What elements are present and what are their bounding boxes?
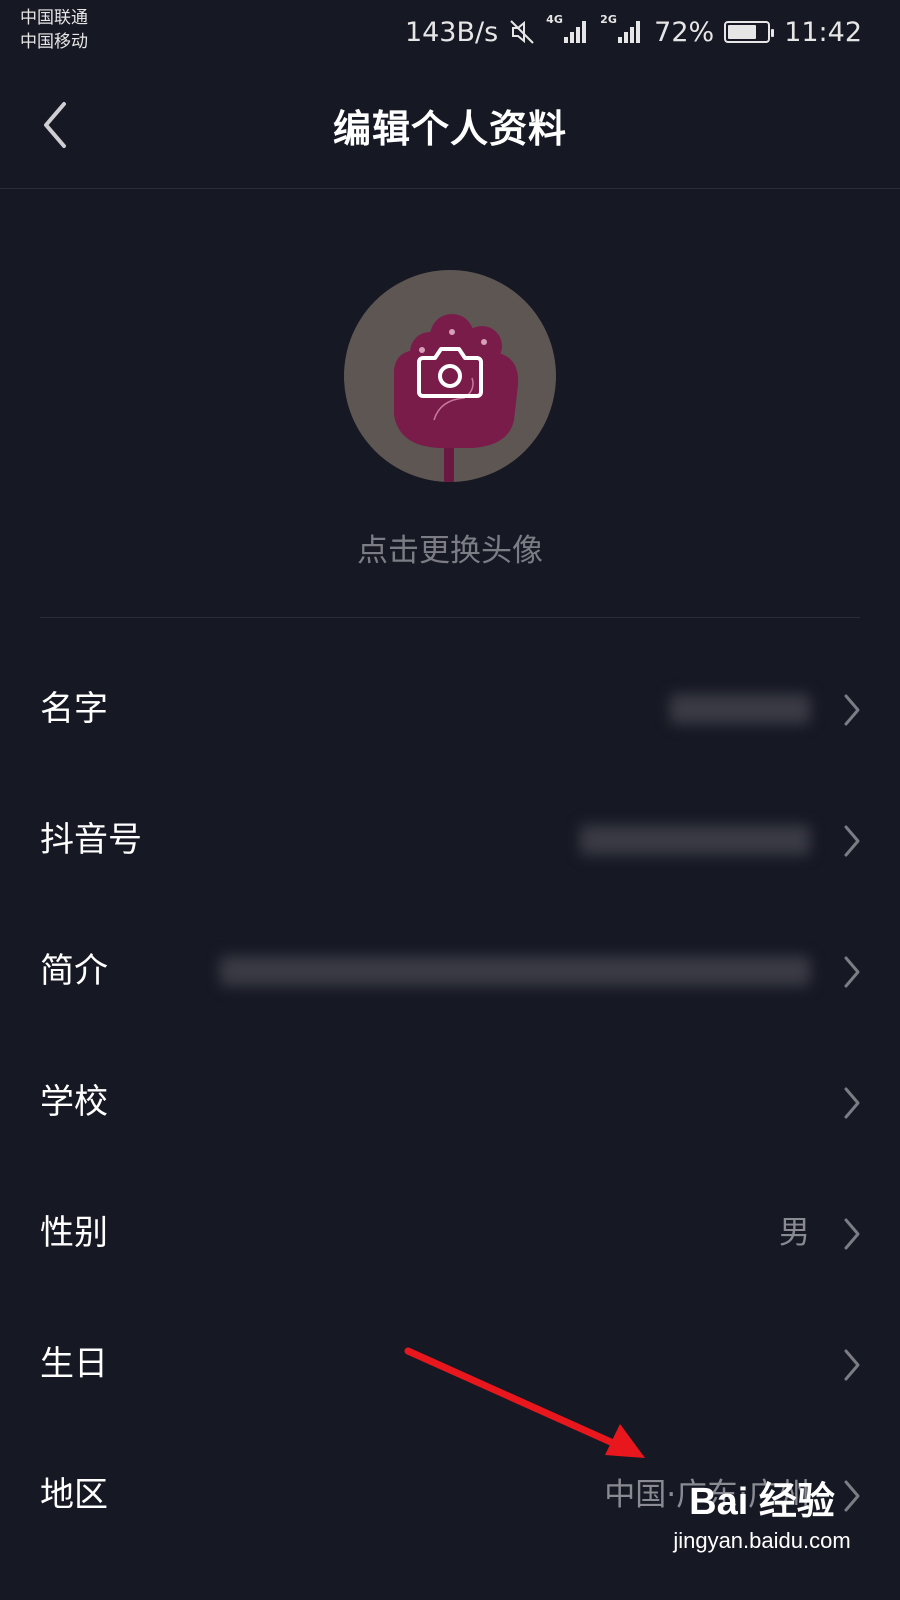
row-label: 生日 bbox=[40, 1344, 108, 1384]
chevron-right-icon bbox=[844, 825, 860, 856]
row-label: 性别 bbox=[40, 1213, 108, 1253]
net-speed: 143B/s bbox=[404, 16, 499, 48]
page-title: 编辑个人资料 bbox=[332, 107, 567, 151]
chevron-right-icon bbox=[844, 1087, 860, 1118]
row-name[interactable]: 名字 bbox=[0, 644, 900, 775]
row-douyin-id[interactable]: 抖音号 bbox=[0, 775, 900, 906]
divider bbox=[40, 617, 860, 618]
baidu-watermark: Bai 经验 jingyan.baidu.com bbox=[652, 1476, 872, 1576]
nav-header: 编辑个人资料 bbox=[0, 60, 900, 189]
network-1-label: 4G bbox=[546, 13, 563, 26]
battery-icon bbox=[724, 21, 775, 43]
mute-icon bbox=[508, 18, 536, 46]
row-school[interactable]: 学校 bbox=[0, 1037, 900, 1168]
row-label: 名字 bbox=[40, 689, 108, 729]
row-value bbox=[220, 956, 810, 986]
carrier-1: 中国联通 bbox=[20, 8, 88, 28]
status-bar: 中国联通 中国移动 143B/s 4G 2G 72% 11:42 bbox=[0, 0, 900, 60]
watermark-brand: Bai 经验 bbox=[689, 1481, 835, 1523]
change-avatar-label[interactable]: 点击更换头像 bbox=[0, 525, 900, 570]
row-label: 学校 bbox=[40, 1082, 108, 1122]
row-value bbox=[670, 694, 810, 724]
status-indicators: 143B/s 4G 2G 72% 11:42 bbox=[405, 12, 862, 52]
row-label: 抖音号 bbox=[40, 820, 142, 860]
row-birthday[interactable]: 生日 bbox=[0, 1299, 900, 1430]
carrier-info: 中国联通 中国移动 bbox=[20, 6, 88, 54]
network-2-label: 2G bbox=[600, 13, 617, 26]
profile-rows: 名字 抖音号 简介 学校 性别 男 生日 地区 中国·广东·广州 bbox=[0, 644, 900, 1561]
clock: 11:42 bbox=[784, 16, 862, 48]
row-value: 男 bbox=[779, 1215, 810, 1251]
row-gender[interactable]: 性别 男 bbox=[0, 1168, 900, 1299]
carrier-2: 中国移动 bbox=[20, 32, 88, 52]
chevron-right-icon bbox=[844, 694, 860, 725]
row-label: 地区 bbox=[40, 1475, 108, 1515]
battery-level bbox=[728, 25, 756, 39]
row-bio[interactable]: 简介 bbox=[0, 906, 900, 1037]
avatar[interactable] bbox=[344, 270, 556, 482]
signal-2g-icon: 2G bbox=[600, 13, 644, 45]
battery-percent: 72% bbox=[654, 16, 715, 48]
chevron-right-icon bbox=[844, 1349, 860, 1380]
row-value bbox=[580, 825, 810, 855]
chevron-right-icon bbox=[844, 1218, 860, 1249]
watermark-url: jingyan.baidu.com bbox=[673, 1528, 851, 1553]
chevron-right-icon bbox=[844, 956, 860, 987]
camera-icon bbox=[417, 347, 483, 398]
signal-4g-icon: 4G bbox=[546, 13, 590, 45]
row-label: 简介 bbox=[40, 951, 108, 991]
